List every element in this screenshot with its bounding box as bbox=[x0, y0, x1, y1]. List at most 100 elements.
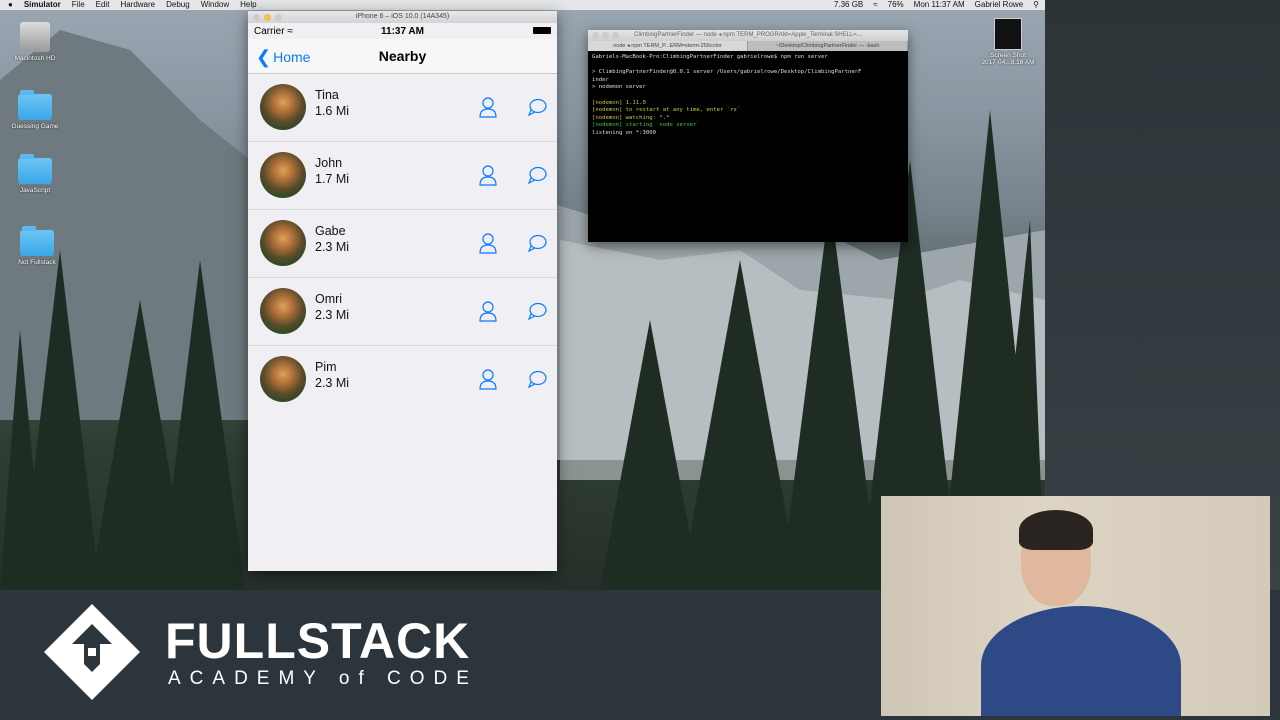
brand-title: FULLSTACK bbox=[165, 613, 471, 669]
desktop-icon-screen-shot[interactable]: Screen Shot 2017-04...8.16 AM bbox=[978, 18, 1038, 66]
list-item[interactable]: Omri 2.3 Mi bbox=[248, 278, 557, 346]
menu-clock[interactable]: Mon 11:37 AM bbox=[914, 0, 965, 10]
menu-extras: 7.36 GB ≈ 76% Mon 11:37 AM Gabriel Rowe … bbox=[834, 0, 1039, 10]
terminal-line: [nodemon] to restart at any time, enter … bbox=[592, 107, 741, 114]
presenter-body bbox=[981, 606, 1181, 716]
simulator-window-title: iPhone 6 – iOS 10.0 (14A345) bbox=[355, 13, 450, 20]
menu-item-help[interactable]: Help bbox=[240, 0, 256, 10]
terminal-line: Gabriels-MacBook-Pro:ClimbingPartnerFind… bbox=[592, 54, 828, 60]
ios-status-bar: Carrier ≈ 11:37 AM bbox=[248, 23, 557, 39]
terminal-window-title: ClimbingPartnerFinder — node ◂ npm TERM_… bbox=[634, 32, 862, 38]
simulator-title-bar[interactable]: iPhone 6 – iOS 10.0 (14A345) bbox=[248, 11, 557, 23]
terminal-line: inder bbox=[592, 76, 609, 83]
terminal-tab-node[interactable]: node ◂ npm TERM_P...ERM=xterm-256color bbox=[588, 41, 748, 51]
fullstack-logo-icon bbox=[44, 604, 140, 700]
profile-person-icon[interactable] bbox=[478, 164, 498, 186]
desktop-icon-macintosh-hd[interactable]: Macintosh HD bbox=[5, 22, 65, 62]
page-title: Nearby bbox=[378, 48, 427, 64]
menu-item-window[interactable]: Window bbox=[201, 0, 229, 10]
folder-icon bbox=[18, 154, 52, 184]
avatar bbox=[260, 288, 306, 334]
user-name: Pim bbox=[315, 360, 337, 374]
desktop-icon-label: 2017-04...8.16 AM bbox=[981, 59, 1035, 66]
profile-person-icon[interactable] bbox=[478, 368, 498, 390]
storage-indicator[interactable]: 7.36 GB bbox=[834, 0, 863, 10]
terminal-tab-bash[interactable]: ~/Desktop/ClimbingPartnerFinder — -bash bbox=[748, 41, 908, 51]
status-time: 11:37 AM bbox=[381, 26, 424, 37]
screenshot-thumbnail-icon bbox=[994, 18, 1022, 50]
terminal-line: [nodemon] watching: *.* bbox=[592, 114, 670, 121]
chat-bubble-icon[interactable] bbox=[527, 164, 547, 186]
terminal-output[interactable]: Gabriels-MacBook-Pro:ClimbingPartnerFind… bbox=[588, 51, 908, 141]
zoom-button[interactable] bbox=[275, 14, 282, 21]
apple-icon[interactable]: ● bbox=[8, 0, 13, 10]
simulator-window: iPhone 6 – iOS 10.0 (14A345) Carrier ≈ 1… bbox=[248, 11, 557, 571]
zoom-button[interactable] bbox=[612, 32, 619, 39]
minimize-button[interactable] bbox=[602, 32, 609, 39]
desktop-icon-label: JavaScript bbox=[19, 187, 51, 194]
profile-person-icon[interactable] bbox=[478, 232, 498, 254]
desktop-icon-guessing-game[interactable]: Guessing Game bbox=[5, 90, 65, 130]
user-distance: 2.3 Mi bbox=[315, 376, 350, 390]
list-item[interactable]: Tina 1.6 Mi bbox=[248, 74, 557, 142]
navigation-bar: ❮ Home Nearby bbox=[248, 39, 557, 74]
list-item[interactable]: Pim 2.3 Mi bbox=[248, 346, 557, 413]
desktop-icon-javascript[interactable]: JavaScript bbox=[5, 154, 65, 194]
chat-bubble-icon[interactable] bbox=[527, 368, 547, 390]
menu-item-file[interactable]: File bbox=[72, 0, 85, 10]
desktop-icon-label: Macintosh HD bbox=[14, 55, 56, 62]
menu-item-debug[interactable]: Debug bbox=[166, 0, 190, 10]
presenter-hair bbox=[1019, 510, 1093, 550]
profile-person-icon[interactable] bbox=[478, 96, 498, 118]
menu-user[interactable]: Gabriel Rowe bbox=[975, 0, 1023, 10]
chat-bubble-icon[interactable] bbox=[527, 300, 547, 322]
terminal-title-bar[interactable]: ClimbingPartnerFinder — node ◂ npm TERM_… bbox=[588, 30, 908, 41]
user-name: Omri bbox=[315, 292, 343, 306]
hard-drive-icon bbox=[20, 22, 50, 52]
webcam-overlay bbox=[881, 496, 1270, 716]
brand-subtitle: ACADEMY of CODE bbox=[168, 668, 478, 689]
menu-bar: ● Simulator File Edit Hardware Debug Win… bbox=[0, 0, 1045, 10]
nearby-list: Tina 1.6 Mi John 1.7 Mi Gabe 2.3 Mi Omri… bbox=[248, 74, 557, 413]
desktop-icon-label: Guessing Game bbox=[11, 123, 59, 130]
folder-icon bbox=[20, 226, 54, 256]
avatar bbox=[260, 220, 306, 266]
terminal-tab-bar: node ◂ npm TERM_P...ERM=xterm-256color ~… bbox=[588, 41, 908, 51]
user-name: John bbox=[315, 156, 343, 170]
close-button[interactable] bbox=[592, 32, 599, 39]
user-distance: 1.6 Mi bbox=[315, 104, 350, 118]
desktop-icon-not-fullstack[interactable]: Not Fullstack bbox=[7, 226, 67, 266]
folder-icon bbox=[18, 90, 52, 120]
chat-bubble-icon[interactable] bbox=[527, 96, 547, 118]
avatar bbox=[260, 152, 306, 198]
user-name: Gabe bbox=[315, 224, 346, 238]
list-item[interactable]: Gabe 2.3 Mi bbox=[248, 210, 557, 278]
battery-percent[interactable]: 76% bbox=[888, 0, 904, 10]
avatar bbox=[260, 356, 306, 402]
avatar bbox=[260, 84, 306, 130]
desktop-icon-label: Screen Shot bbox=[990, 52, 1026, 59]
chat-bubble-icon[interactable] bbox=[527, 232, 547, 254]
user-distance: 2.3 Mi bbox=[315, 308, 350, 322]
wifi-icon[interactable]: ≈ bbox=[873, 0, 877, 10]
terminal-line: [nodemon] starting `node server` bbox=[592, 122, 700, 129]
menu-item-edit[interactable]: Edit bbox=[96, 0, 110, 10]
menu-app-name[interactable]: Simulator bbox=[24, 0, 61, 10]
close-button[interactable] bbox=[253, 14, 260, 21]
user-distance: 2.3 Mi bbox=[315, 240, 350, 254]
battery-icon bbox=[533, 27, 551, 34]
desktop-icon-label: Not Fullstack bbox=[18, 259, 56, 266]
user-distance: 1.7 Mi bbox=[315, 172, 350, 186]
minimize-button[interactable] bbox=[264, 14, 271, 21]
terminal-line: listening on *:3000 bbox=[592, 129, 656, 136]
terminal-line: [nodemon] 1.11.0 bbox=[592, 99, 646, 106]
user-name: Tina bbox=[315, 88, 339, 102]
profile-person-icon[interactable] bbox=[478, 300, 498, 322]
list-item[interactable]: John 1.7 Mi bbox=[248, 142, 557, 210]
terminal-line: > ClimbingPartnerFinder@0.0.1 server /Us… bbox=[592, 69, 862, 76]
spotlight-search-icon[interactable]: ⚲ bbox=[1033, 0, 1039, 10]
menu-item-hardware[interactable]: Hardware bbox=[120, 0, 155, 10]
terminal-window[interactable]: ClimbingPartnerFinder — node ◂ npm TERM_… bbox=[588, 30, 908, 242]
